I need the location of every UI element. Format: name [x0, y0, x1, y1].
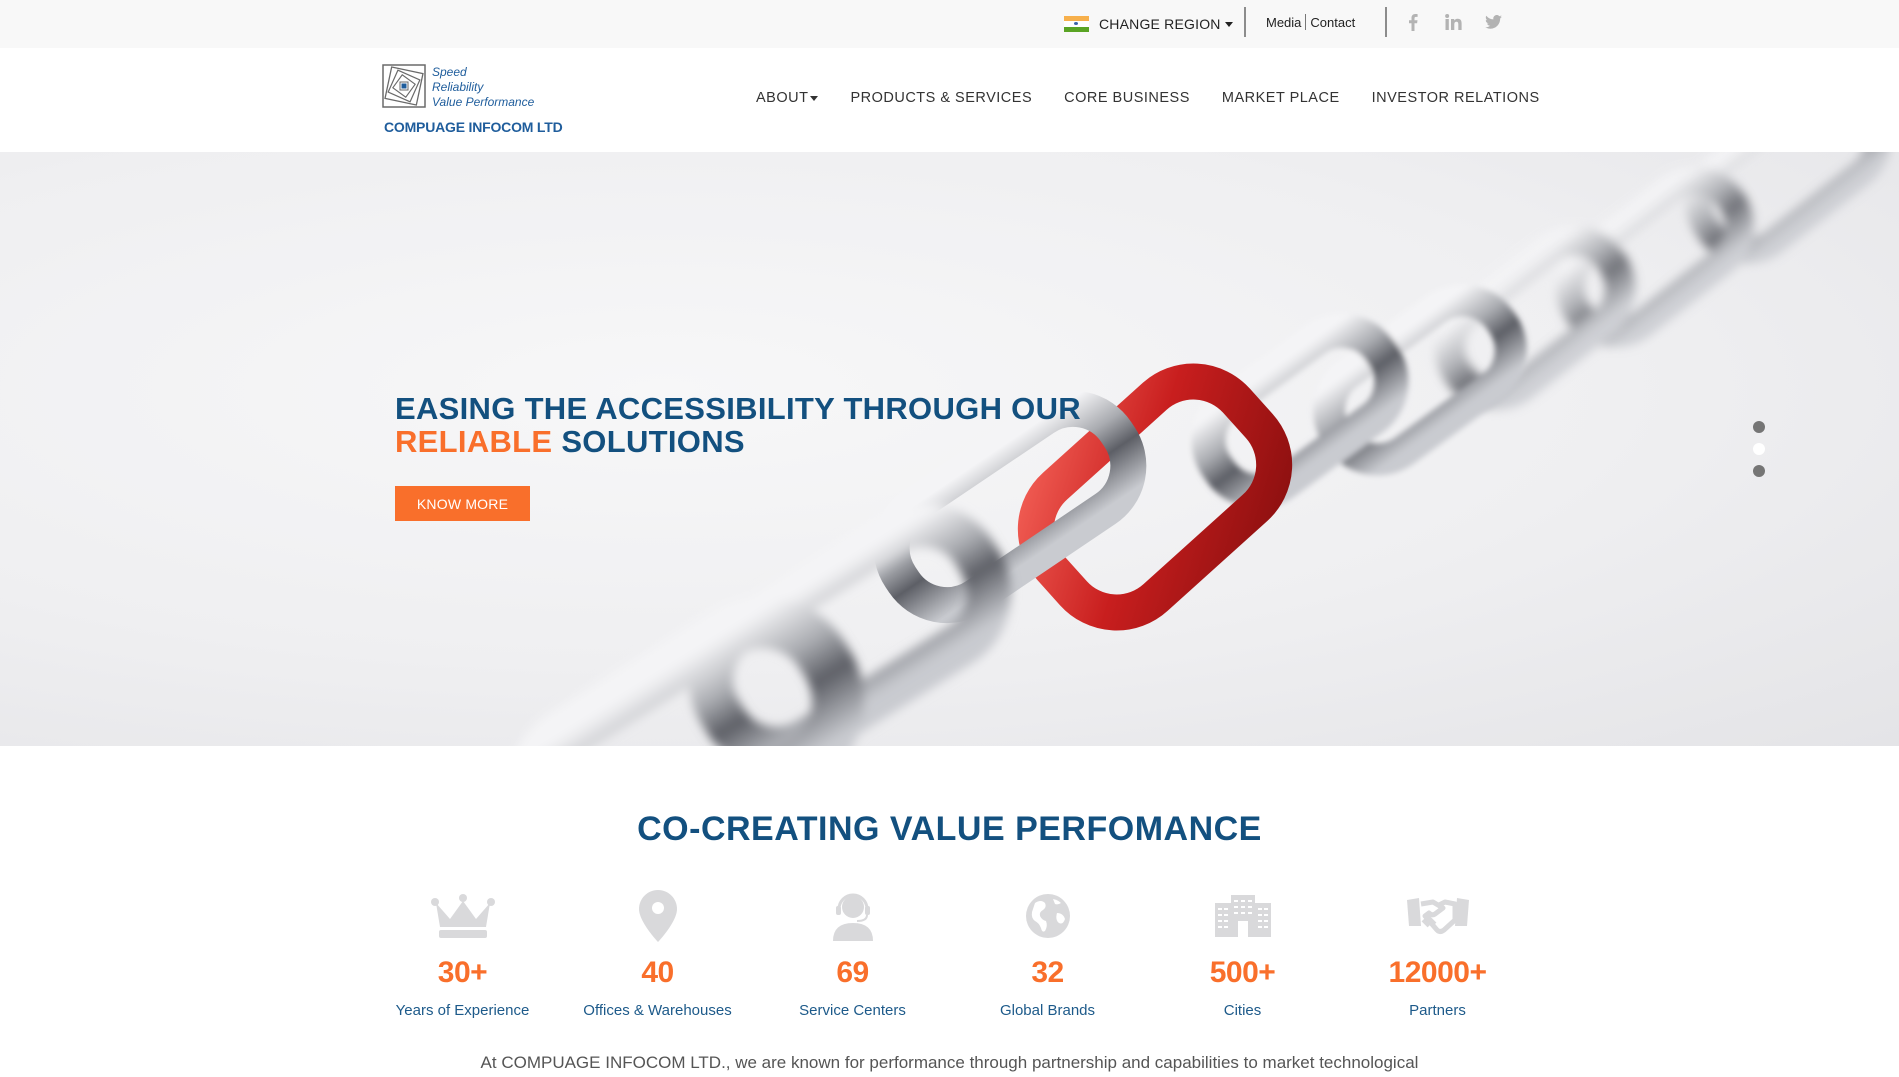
stat-value: 500+ [1209, 956, 1276, 989]
stat-years-of-experience: 30+ Years of Experience [365, 890, 560, 1019]
crown-icon [428, 890, 498, 942]
stat-value: 40 [641, 956, 674, 989]
nav-item-core-business[interactable]: CORE BUSINESS [1064, 90, 1190, 106]
tagline-speed: Speed [432, 65, 467, 79]
stats-row: 30+ Years of Experience 40 Offices & War… [365, 890, 1535, 1019]
stat-label: Service Centers [799, 1002, 906, 1019]
hero-headline: EASING THE ACCESSIBILITY THROUGH OUR REL… [395, 392, 1081, 458]
intro-paragraph: At COMPUAGE INFOCOM LTD., we are known f… [480, 1053, 1419, 1072]
divider [1244, 7, 1246, 37]
nav-item-products-services[interactable]: PRODUCTS & SERVICES [850, 90, 1032, 106]
caret-down-icon [1224, 21, 1233, 27]
nav-item-label: ABOUT [756, 90, 809, 106]
main-header: Speed Reliability Value Performance COMP… [0, 48, 1899, 152]
know-more-button[interactable]: KNOW MORE [395, 486, 530, 521]
stat-partners: 12000+ Partners [1340, 890, 1535, 1019]
carousel-dot-3[interactable] [1753, 465, 1765, 477]
contact-link[interactable]: Contact [1310, 15, 1355, 30]
stat-label: Years of Experience [395, 1002, 530, 1019]
linkedin-icon[interactable] [1442, 11, 1464, 33]
stat-value: 12000+ [1388, 956, 1487, 989]
globe-icon [1013, 890, 1083, 942]
stat-label: Offices & Warehouses [583, 1002, 732, 1019]
stat-label: Global Brands [999, 1002, 1096, 1019]
nav-item-label: CORE BUSINESS [1064, 90, 1190, 106]
facebook-icon[interactable] [1402, 11, 1424, 33]
change-region-label: CHANGE REGION [1099, 16, 1221, 32]
logo-mark-icon [382, 64, 426, 108]
company-logo[interactable]: Speed Reliability Value Performance COMP… [380, 64, 580, 144]
social-links [1402, 11, 1522, 33]
carousel-dot-2-active[interactable] [1753, 443, 1765, 455]
logo-company-name: COMPUAGE INFOCOM LTD [384, 119, 563, 135]
twitter-icon[interactable] [1482, 11, 1504, 33]
nav-item-market-place[interactable]: MARKET PLACE [1222, 90, 1340, 106]
section-title: CO-CREATING VALUE PERFOMANCE [637, 810, 1262, 848]
nav-item-label: INVESTOR RELATIONS [1371, 90, 1540, 106]
india-flag-icon [1064, 16, 1089, 32]
caret-down-icon [810, 95, 819, 101]
hero-headline-rest: SOLUTIONS [561, 424, 745, 459]
nav-item-about[interactable]: ABOUT [756, 90, 819, 106]
stat-cities: 500+ Cities [1145, 890, 1340, 1019]
building-icon [1208, 890, 1278, 942]
map-pin-icon [623, 890, 693, 942]
hero-headline-line1: EASING THE ACCESSIBILITY THROUGH OUR [395, 391, 1081, 426]
handshake-icon [1403, 890, 1473, 942]
tagline-value-performance: Value Performance [432, 95, 535, 109]
carousel-dot-1[interactable] [1753, 421, 1765, 433]
stat-value: 69 [836, 956, 869, 989]
top-links: Media Contact [1266, 14, 1355, 30]
carousel-indicators [1753, 421, 1765, 487]
stat-value: 32 [1031, 956, 1064, 989]
top-bar: CHANGE REGION Media Contact [0, 0, 1899, 48]
divider [1385, 7, 1387, 37]
main-nav: ABOUT PRODUCTS & SERVICES CORE BUSINESS … [756, 90, 1540, 106]
change-region-dropdown[interactable]: CHANGE REGION [1064, 13, 1233, 35]
tagline-reliability: Reliability [432, 80, 484, 94]
media-link[interactable]: Media [1266, 15, 1301, 30]
hero-carousel: EASING THE ACCESSIBILITY THROUGH OUR REL… [0, 152, 1899, 746]
stat-value: 30+ [437, 956, 488, 989]
nav-item-label: MARKET PLACE [1221, 90, 1340, 106]
nav-item-investor-relations[interactable]: INVESTOR RELATIONS [1372, 90, 1540, 106]
stat-label: Partners [1409, 1002, 1466, 1019]
stat-label: Cities [1223, 1002, 1262, 1019]
stat-offices-warehouses: 40 Offices & Warehouses [560, 890, 755, 1019]
hero-headline-accent: RELIABLE [395, 424, 553, 459]
divider [1305, 14, 1307, 30]
stat-service-centers: 69 Service Centers [755, 890, 950, 1019]
headset-agent-icon [818, 890, 888, 942]
logo-tagline: Speed Reliability Value Performance [432, 65, 534, 110]
stat-global-brands: 32 Global Brands [950, 890, 1145, 1019]
nav-item-label: PRODUCTS & SERVICES [850, 90, 1033, 106]
